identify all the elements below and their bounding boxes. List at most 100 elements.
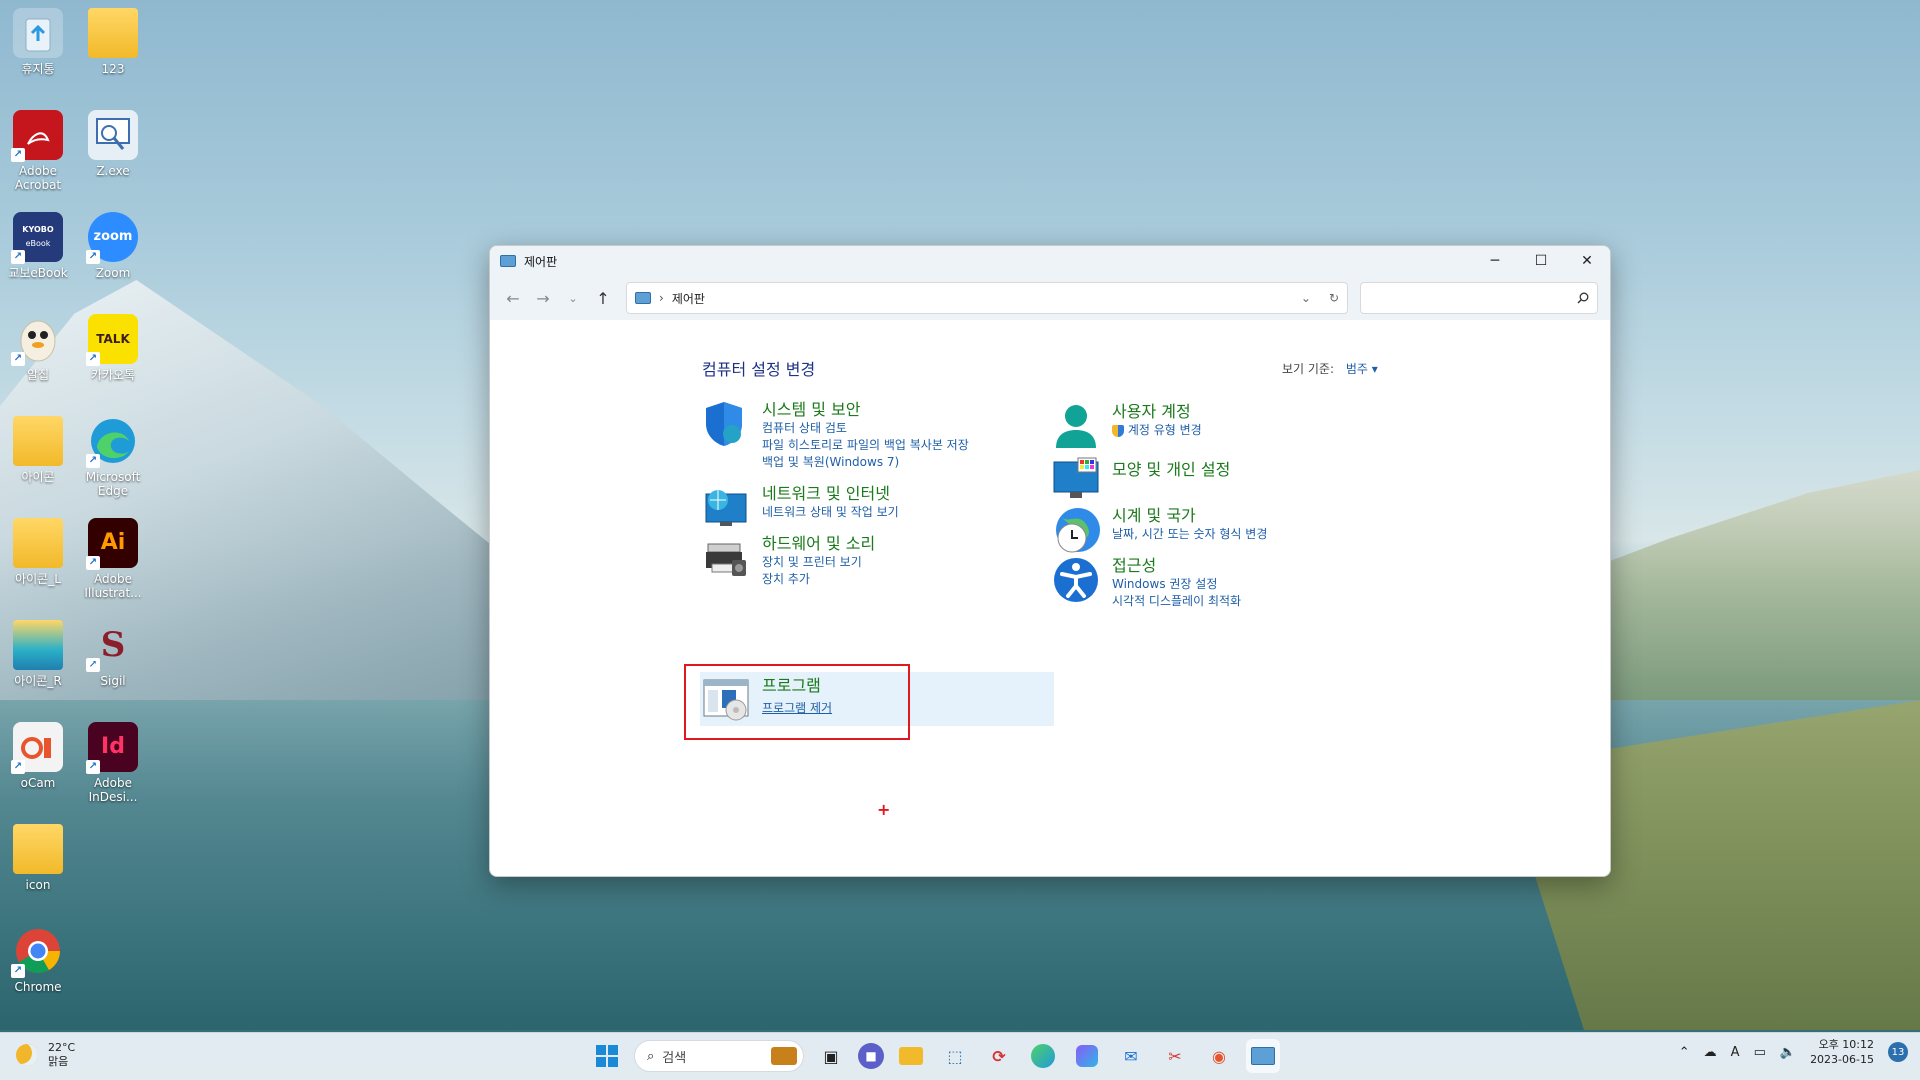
user-icon (1052, 402, 1100, 450)
navigation-bar: ← → ⌄ ↑ › 제어판 ⌄ ↻ (490, 276, 1610, 320)
desktop-icon-folder-aicon-r[interactable]: 아이콘_R (3, 620, 73, 688)
category-link[interactable]: 컴퓨터 상태 검토 (762, 420, 969, 437)
weather-widget[interactable]: 22°C 맑음 (16, 1041, 75, 1069)
desktop-icon-folder-aicon[interactable]: 아이콘 (3, 416, 73, 484)
address-bar[interactable]: › 제어판 ⌄ ↻ (626, 282, 1348, 314)
moon-icon (16, 1044, 38, 1066)
desktop-icon-illustrator[interactable]: Ai ↗ Adobe Illustrat... (78, 518, 148, 600)
ocam-taskbar-icon[interactable]: ◉ (1202, 1039, 1236, 1073)
category-title[interactable]: 모양 및 개인 설정 (1112, 460, 1230, 480)
title-bar[interactable]: 제어판 ─ ☐ ✕ (490, 246, 1610, 276)
category-link[interactable]: 계정 유형 변경 (1112, 422, 1202, 439)
category-title[interactable]: 하드웨어 및 소리 (762, 534, 875, 554)
close-button[interactable]: ✕ (1564, 246, 1610, 276)
cursor-crosshair-icon: + (877, 800, 891, 819)
category-title[interactable]: 시스템 및 보안 (762, 400, 969, 420)
back-arrow-icon[interactable]: ← (498, 283, 528, 313)
category-user-accounts[interactable]: 사용자 계정 계정 유형 변경 (1052, 402, 1202, 450)
category-hardware-sound[interactable]: 하드웨어 및 소리 장치 및 프린터 보기 장치 추가 (702, 534, 875, 588)
volume-icon[interactable]: 🔈 (1780, 1045, 1796, 1060)
edge-taskbar-icon[interactable] (1026, 1039, 1060, 1073)
desktop-icon-kyobo-ebook[interactable]: KYOBO eBook ↗ 교보eBook (3, 212, 73, 280)
desktop-icon-folder-123[interactable]: 123 (78, 8, 148, 76)
clock[interactable]: 오후 10:12 2023-06-15 (1810, 1037, 1874, 1067)
breadcrumb[interactable]: 제어판 (672, 290, 705, 307)
desktop-icon-kakaotalk[interactable]: TALK ↗ 카카오톡 (78, 314, 148, 382)
zoom-icon: zoom ↗ (86, 212, 138, 264)
store-icon[interactable]: ⬚ (938, 1039, 972, 1073)
onedrive-cloud-icon[interactable]: ☁ (1704, 1045, 1717, 1060)
copilot-icon[interactable] (1070, 1039, 1104, 1073)
desktop-icon-edge[interactable]: ↗ Microsoft Edge (78, 416, 148, 498)
desktop-icon-adobe-acrobat[interactable]: ↗ Adobe Acrobat (3, 110, 73, 192)
desktop-icon-label: Adobe Acrobat (14, 164, 62, 192)
recent-locations-chevron-icon[interactable]: ⌄ (558, 283, 588, 313)
up-arrow-icon[interactable]: ↑ (588, 283, 618, 313)
category-appearance-personalization[interactable]: 모양 및 개인 설정 (1052, 456, 1230, 504)
weather-temp: 22°C (48, 1041, 76, 1054)
network-globe-icon (702, 484, 750, 532)
file-explorer-icon[interactable] (894, 1039, 928, 1073)
start-button[interactable] (590, 1039, 624, 1073)
desktop-icon-label: icon (25, 878, 51, 892)
desktop-icon-ocam[interactable]: ↗ oCam (3, 722, 73, 790)
desktop-icon-indesign[interactable]: Id ↗ Adobe InDesi... (78, 722, 148, 804)
mail-icon[interactable]: ✉ (1114, 1039, 1148, 1073)
address-dropdown-chevron-icon[interactable]: ⌄ (1301, 291, 1311, 305)
desktop-icon-chrome[interactable]: ↗ Chrome (3, 926, 73, 994)
category-network-internet[interactable]: 네트워크 및 인터넷 네트워크 상태 및 작업 보기 (702, 484, 899, 532)
category-title[interactable]: 사용자 계정 (1112, 402, 1202, 422)
minimize-button[interactable]: ─ (1472, 246, 1518, 276)
control-panel-window: 제어판 ─ ☐ ✕ ← → ⌄ ↑ › 제어판 ⌄ ↻ 컴퓨터 설정 변경 보기… (489, 245, 1611, 877)
category-system-security[interactable]: 시스템 및 보안 컴퓨터 상태 검토 파일 히스토리로 파일의 백업 복사본 저… (702, 400, 969, 471)
taskbar-search[interactable]: ⌕ 검색 (634, 1040, 804, 1072)
shortcut-arrow-icon: ↗ (86, 658, 100, 672)
ime-indicator[interactable]: A (1731, 1045, 1740, 1060)
desktop-icon-zoom[interactable]: zoom ↗ Zoom (78, 212, 148, 280)
view-by-label: 보기 기준: (1282, 362, 1335, 376)
category-link[interactable]: 장치 추가 (762, 571, 875, 588)
network-icon[interactable]: ▭ (1754, 1045, 1766, 1060)
view-by-dropdown[interactable]: 범주 ▾ (1346, 362, 1378, 376)
forward-arrow-icon[interactable]: → (528, 283, 558, 313)
category-link[interactable]: 장치 및 프린터 보기 (762, 554, 875, 571)
breadcrumb-separator-icon: › (659, 291, 664, 305)
category-link[interactable]: 네트워크 상태 및 작업 보기 (762, 504, 899, 521)
desktop-icon-alzip[interactable]: ↗ 알집 (3, 314, 73, 382)
control-panel-icon (500, 255, 516, 267)
category-link[interactable]: 백업 및 복원(Windows 7) (762, 454, 969, 471)
control-panel-taskbar-icon[interactable] (1246, 1039, 1280, 1073)
shortcut-arrow-icon: ↗ (86, 556, 100, 570)
alzip-egg-icon: ↗ (11, 314, 63, 366)
desktop-icon-z-exe[interactable]: Z.exe (78, 110, 148, 178)
category-title[interactable]: 네트워크 및 인터넷 (762, 484, 899, 504)
category-clock-region[interactable]: 시계 및 국가 날짜, 시간 또는 숫자 형식 변경 (1052, 506, 1267, 554)
desktop-icon-recycle-bin[interactable]: 휴지통 (3, 8, 73, 76)
taskbar-apps: ⌕ 검색 ▣ ■ ⬚ ⟳ ✉ ✂ ◉ (590, 1039, 1280, 1073)
category-link[interactable]: 파일 히스토리로 파일의 백업 복사본 저장 (762, 437, 969, 454)
sync-app-icon[interactable]: ⟳ (982, 1039, 1016, 1073)
desktop-icon-sigil[interactable]: S ↗ Sigil (78, 620, 148, 688)
zoom-glyph: zoom (93, 229, 133, 244)
control-panel-content: 컴퓨터 설정 변경 보기 기준: 범주 ▾ 시스템 및 보안 컴퓨터 상태 검토… (490, 320, 1610, 876)
teams-chat-icon[interactable]: ■ (858, 1043, 884, 1069)
search-box[interactable] (1360, 282, 1598, 314)
show-hidden-icons-chevron-icon[interactable]: ⌃ (1679, 1045, 1690, 1060)
refresh-icon[interactable]: ↻ (1329, 291, 1339, 305)
category-title[interactable]: 접근성 (1112, 556, 1241, 576)
shortcut-arrow-icon: ↗ (86, 250, 100, 264)
category-link-text[interactable]: 계정 유형 변경 (1128, 423, 1202, 437)
notification-badge[interactable]: 13 (1888, 1042, 1908, 1062)
category-accessibility[interactable]: 접근성 Windows 권장 설정 시각적 디스플레이 최적화 (1052, 556, 1241, 610)
category-link[interactable]: 날짜, 시간 또는 숫자 형식 변경 (1112, 526, 1267, 543)
category-link[interactable]: Windows 권장 설정 (1112, 576, 1241, 593)
task-view-icon[interactable]: ▣ (814, 1039, 848, 1073)
desktop-icon-folder-icon[interactable]: icon (3, 824, 73, 892)
snipping-tool-icon[interactable]: ✂ (1158, 1039, 1192, 1073)
category-title[interactable]: 시계 및 국가 (1112, 506, 1267, 526)
maximize-button[interactable]: ☐ (1518, 246, 1564, 276)
desktop-icon-folder-aicon-l[interactable]: 아이콘_L (3, 518, 73, 586)
taskbar-search-label: 검색 (662, 1050, 687, 1066)
id-glyph: Id (101, 734, 125, 759)
category-link[interactable]: 시각적 디스플레이 최적화 (1112, 593, 1241, 610)
